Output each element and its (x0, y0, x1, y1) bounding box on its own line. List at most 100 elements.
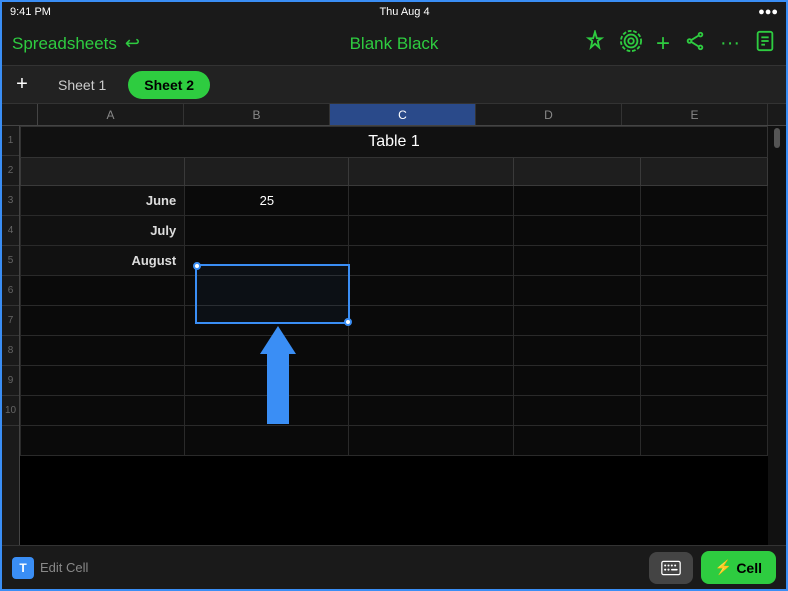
cell-10d[interactable] (513, 426, 640, 456)
value-aug-c[interactable] (349, 246, 513, 276)
value-aug-e[interactable] (640, 246, 767, 276)
cell-6a[interactable] (21, 306, 185, 336)
col-header-c[interactable]: C (330, 104, 476, 125)
value-aug-d[interactable] (513, 246, 640, 276)
row-numbers: 1 2 3 4 5 6 7 8 9 10 (2, 126, 20, 549)
cell-7d[interactable] (513, 336, 640, 366)
cell-10b[interactable] (185, 426, 349, 456)
pin-icon[interactable] (584, 30, 606, 58)
row-num-8: 8 (2, 336, 19, 366)
value-july-e[interactable] (640, 216, 767, 246)
corner-cell (20, 104, 38, 125)
doc-title: Blank Black (350, 34, 439, 53)
col-header-d[interactable]: D (476, 104, 622, 125)
doc-icon[interactable] (754, 30, 776, 58)
scroll-thumb (774, 128, 780, 148)
table-row[interactable] (21, 306, 768, 336)
col-header-b[interactable]: B (184, 104, 330, 125)
cell-8c[interactable] (349, 366, 513, 396)
table-row[interactable] (21, 276, 768, 306)
tab-bar: + Sheet 1 Sheet 2 (2, 66, 786, 104)
cell-9e[interactable] (640, 396, 767, 426)
add-icon[interactable]: + (656, 30, 670, 58)
hdr-b (185, 158, 349, 186)
value-june-d[interactable] (513, 186, 640, 216)
table-row[interactable]: June 25 (21, 186, 768, 216)
app-name[interactable]: Spreadsheets (12, 34, 117, 54)
hdr-a (21, 158, 185, 186)
label-august[interactable]: August (21, 246, 185, 276)
value-june-c[interactable] (349, 186, 513, 216)
sheet-area: A B C D E 1 2 3 4 5 6 7 8 9 10 (2, 104, 786, 549)
status-battery: ●●● (758, 6, 778, 18)
row-num-6: 6 (2, 276, 19, 306)
value-june-b[interactable]: 25 (185, 186, 349, 216)
cell-button[interactable]: ⚡ Cell (701, 551, 776, 584)
table-row[interactable]: August (21, 246, 768, 276)
cell-6e[interactable] (640, 306, 767, 336)
value-aug-b[interactable] (185, 246, 349, 276)
label-july[interactable]: July (21, 216, 185, 246)
keyboard-button[interactable] (649, 552, 693, 584)
arrow-head (260, 326, 296, 354)
cell-9d[interactable] (513, 396, 640, 426)
table-row[interactable] (21, 426, 768, 456)
cell-5b[interactable] (185, 276, 349, 306)
table-wrapper: Table 1 June 25 (20, 126, 768, 549)
cell-5d[interactable] (513, 276, 640, 306)
arrow-annotation (260, 326, 296, 424)
sheet-tab-2[interactable]: Sheet 2 (128, 71, 210, 99)
table-title[interactable]: Table 1 (21, 127, 768, 158)
cell-5a[interactable] (21, 276, 185, 306)
table-title-row: Table 1 (21, 127, 768, 158)
table-row[interactable] (21, 396, 768, 426)
cell-7e[interactable] (640, 336, 767, 366)
sheet-tab-1[interactable]: Sheet 1 (42, 71, 122, 99)
cell-8d[interactable] (513, 366, 640, 396)
add-sheet-button[interactable]: + (8, 71, 36, 99)
hdr-e (640, 158, 767, 186)
status-bar: 9:41 PM Thu Aug 4 ●●● (2, 2, 786, 22)
row-num-1: 1 (2, 126, 19, 156)
col-header-e[interactable]: E (622, 104, 768, 125)
bottom-bar: T Edit Cell ⚡ Cell (2, 545, 786, 589)
status-time: 9:41 PM (10, 6, 51, 18)
table-row[interactable] (21, 366, 768, 396)
row-num-5: 5 (2, 246, 19, 276)
cell-6d[interactable] (513, 306, 640, 336)
cell-9a[interactable] (21, 396, 185, 426)
row-num-7: 7 (2, 306, 19, 336)
cell-10c[interactable] (349, 426, 513, 456)
scroll-bar-right[interactable] (768, 126, 786, 549)
row-num-10: 10 (2, 396, 19, 426)
cell-10a[interactable] (21, 426, 185, 456)
hdr-d (513, 158, 640, 186)
spreadsheet-table: Table 1 June 25 (20, 126, 768, 456)
lightning-icon: ⚡ (715, 559, 732, 576)
value-july-b[interactable] (185, 216, 349, 246)
table-row[interactable] (21, 336, 768, 366)
share-icon[interactable] (684, 30, 706, 58)
layers-icon[interactable] (620, 30, 642, 58)
col-header-a[interactable]: A (38, 104, 184, 125)
cell-10e[interactable] (640, 426, 767, 456)
cell-8e[interactable] (640, 366, 767, 396)
hdr-c (349, 158, 513, 186)
bottom-left: T Edit Cell (12, 557, 88, 579)
cell-7a[interactable] (21, 336, 185, 366)
value-july-c[interactable] (349, 216, 513, 246)
cell-8a[interactable] (21, 366, 185, 396)
row-num-3: 3 (2, 186, 19, 216)
table-row[interactable]: July (21, 216, 768, 246)
cell-9c[interactable] (349, 396, 513, 426)
more-icon[interactable]: ··· (720, 32, 740, 55)
cell-5c[interactable] (349, 276, 513, 306)
value-june-e[interactable] (640, 186, 767, 216)
cell-6c[interactable] (349, 306, 513, 336)
cell-5e[interactable] (640, 276, 767, 306)
label-june[interactable]: June (21, 186, 185, 216)
toolbar: Spreadsheets ↩ Blank Black + ··· (2, 22, 786, 66)
back-icon[interactable]: ↩ (125, 33, 140, 54)
value-july-d[interactable] (513, 216, 640, 246)
cell-7c[interactable] (349, 336, 513, 366)
